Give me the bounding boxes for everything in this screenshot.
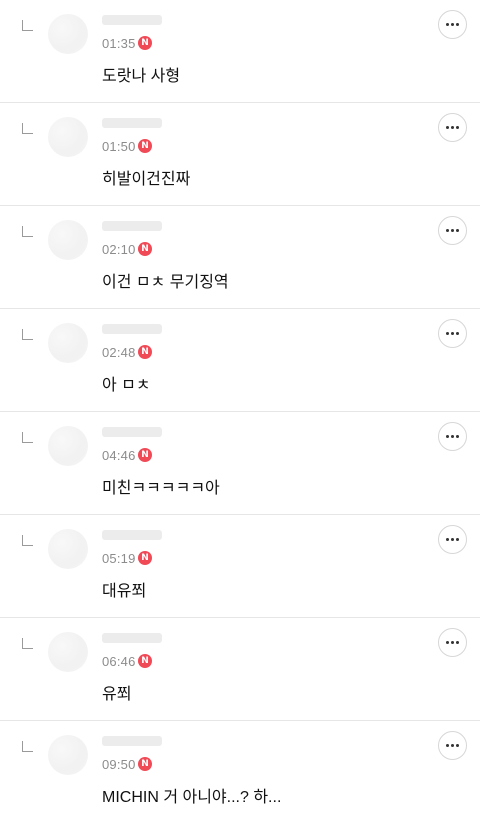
new-badge-icon: N [138, 139, 152, 153]
comment-text: 미친ㅋㅋㅋㅋㅋ아 [102, 480, 220, 497]
reply-item: 06:46 N 유쬐 [0, 618, 480, 721]
reply-item: 01:50 N 히발이건진짜 [0, 103, 480, 206]
reply-arrow-icon [22, 638, 33, 649]
more-options-icon [446, 435, 459, 438]
comment-text: 아 ㅁㅊ [102, 377, 151, 394]
avatar[interactable] [48, 220, 88, 260]
reply-arrow-icon [22, 123, 33, 134]
more-options-icon [446, 126, 459, 129]
nickname-redacted [102, 736, 162, 746]
timestamp: 04:46 [102, 448, 136, 463]
reply-arrow-icon [22, 432, 33, 443]
reply-arrow-icon [22, 20, 33, 31]
reply-arrow-icon [22, 329, 33, 340]
reply-item: 05:19 N 대유쬐 [0, 515, 480, 618]
more-options-icon [446, 641, 459, 644]
timestamp: 09:50 [102, 757, 136, 772]
more-options-icon [446, 538, 459, 541]
comment-list: 01:35 N 도랏나 사형 01:50 N 히발이건진짜 02:10 N 이건… [0, 0, 480, 816]
comment-text: 이건 ㅁㅊ 무기징역 [102, 274, 229, 291]
timestamp: 01:35 [102, 36, 136, 51]
nickname-redacted [102, 427, 162, 437]
more-options-icon [446, 332, 459, 335]
reply-item: 02:48 N 아 ㅁㅊ [0, 309, 480, 412]
avatar[interactable] [48, 323, 88, 363]
more-options-button[interactable] [438, 216, 467, 245]
avatar[interactable] [48, 14, 88, 54]
more-options-icon [446, 229, 459, 232]
more-options-button[interactable] [438, 10, 467, 39]
reply-item: 01:35 N 도랏나 사형 [0, 0, 480, 103]
more-options-button[interactable] [438, 113, 467, 142]
timestamp: 02:10 [102, 242, 136, 257]
reply-item: 04:46 N 미친ㅋㅋㅋㅋㅋ아 [0, 412, 480, 515]
comment-text: 유쬐 [102, 686, 132, 703]
reply-arrow-icon [22, 741, 33, 752]
more-options-button[interactable] [438, 628, 467, 657]
nickname-redacted [102, 530, 162, 540]
nickname-redacted [102, 324, 162, 334]
reply-item: 02:10 N 이건 ㅁㅊ 무기징역 [0, 206, 480, 309]
comment-text: 도랏나 사형 [102, 68, 181, 85]
comment-text: 대유쬐 [102, 583, 147, 600]
avatar[interactable] [48, 735, 88, 775]
avatar[interactable] [48, 529, 88, 569]
avatar[interactable] [48, 632, 88, 672]
timestamp: 02:48 [102, 345, 136, 360]
more-options-button[interactable] [438, 731, 467, 760]
reply-item: 09:50 N MICHIN 거 아니야...? 하... [0, 721, 480, 816]
more-options-icon [446, 23, 459, 26]
nickname-redacted [102, 118, 162, 128]
reply-arrow-icon [22, 226, 33, 237]
more-options-button[interactable] [438, 525, 467, 554]
timestamp: 06:46 [102, 654, 136, 669]
comment-text: MICHIN 거 아니야...? 하... [102, 789, 282, 806]
new-badge-icon: N [138, 654, 152, 668]
more-options-icon [446, 744, 459, 747]
new-badge-icon: N [138, 345, 152, 359]
nickname-redacted [102, 15, 162, 25]
comment-text: 히발이건진짜 [102, 171, 191, 188]
new-badge-icon: N [138, 551, 152, 565]
new-badge-icon: N [138, 242, 152, 256]
reply-arrow-icon [22, 535, 33, 546]
nickname-redacted [102, 633, 162, 643]
timestamp: 01:50 [102, 139, 136, 154]
more-options-button[interactable] [438, 422, 467, 451]
avatar[interactable] [48, 117, 88, 157]
new-badge-icon: N [138, 36, 152, 50]
nickname-redacted [102, 221, 162, 231]
new-badge-icon: N [138, 757, 152, 771]
new-badge-icon: N [138, 448, 152, 462]
avatar[interactable] [48, 426, 88, 466]
timestamp: 05:19 [102, 551, 136, 566]
more-options-button[interactable] [438, 319, 467, 348]
